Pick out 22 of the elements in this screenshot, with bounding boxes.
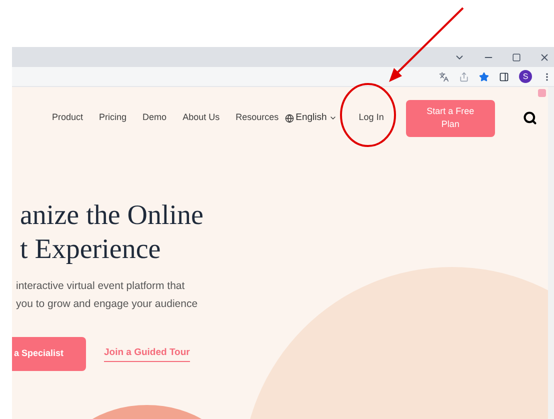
nav-link[interactable]: Pricing xyxy=(99,111,127,125)
chevron-down-icon xyxy=(328,114,337,122)
side-panel-icon[interactable] xyxy=(499,72,509,82)
nav-link[interactable]: Demo xyxy=(142,111,167,125)
nav-link[interactable]: Product xyxy=(52,111,84,125)
hero-description-line: you to grow and engage your audience xyxy=(15,297,199,312)
annotation-circle xyxy=(339,82,397,148)
profile-avatar[interactable]: S xyxy=(519,70,532,83)
close-icon[interactable] xyxy=(539,52,550,62)
nav-link[interactable]: About Us xyxy=(182,111,220,125)
login-link[interactable]: Log In xyxy=(358,111,384,125)
bookmark-star-icon[interactable] xyxy=(479,72,489,82)
language-selector[interactable]: English xyxy=(284,110,337,126)
notification-badge xyxy=(538,89,546,97)
hero-description-line: interactive virtual event platform that xyxy=(15,279,186,294)
globe-icon xyxy=(284,114,294,122)
search-icon[interactable] xyxy=(522,111,537,125)
hero-heading-line: anize the Online xyxy=(19,199,204,233)
maximize-icon[interactable] xyxy=(512,52,521,62)
hero-heading-line: t Experience xyxy=(19,233,162,267)
nav-link[interactable]: Resources xyxy=(236,111,279,125)
translate-icon[interactable] xyxy=(439,72,449,82)
